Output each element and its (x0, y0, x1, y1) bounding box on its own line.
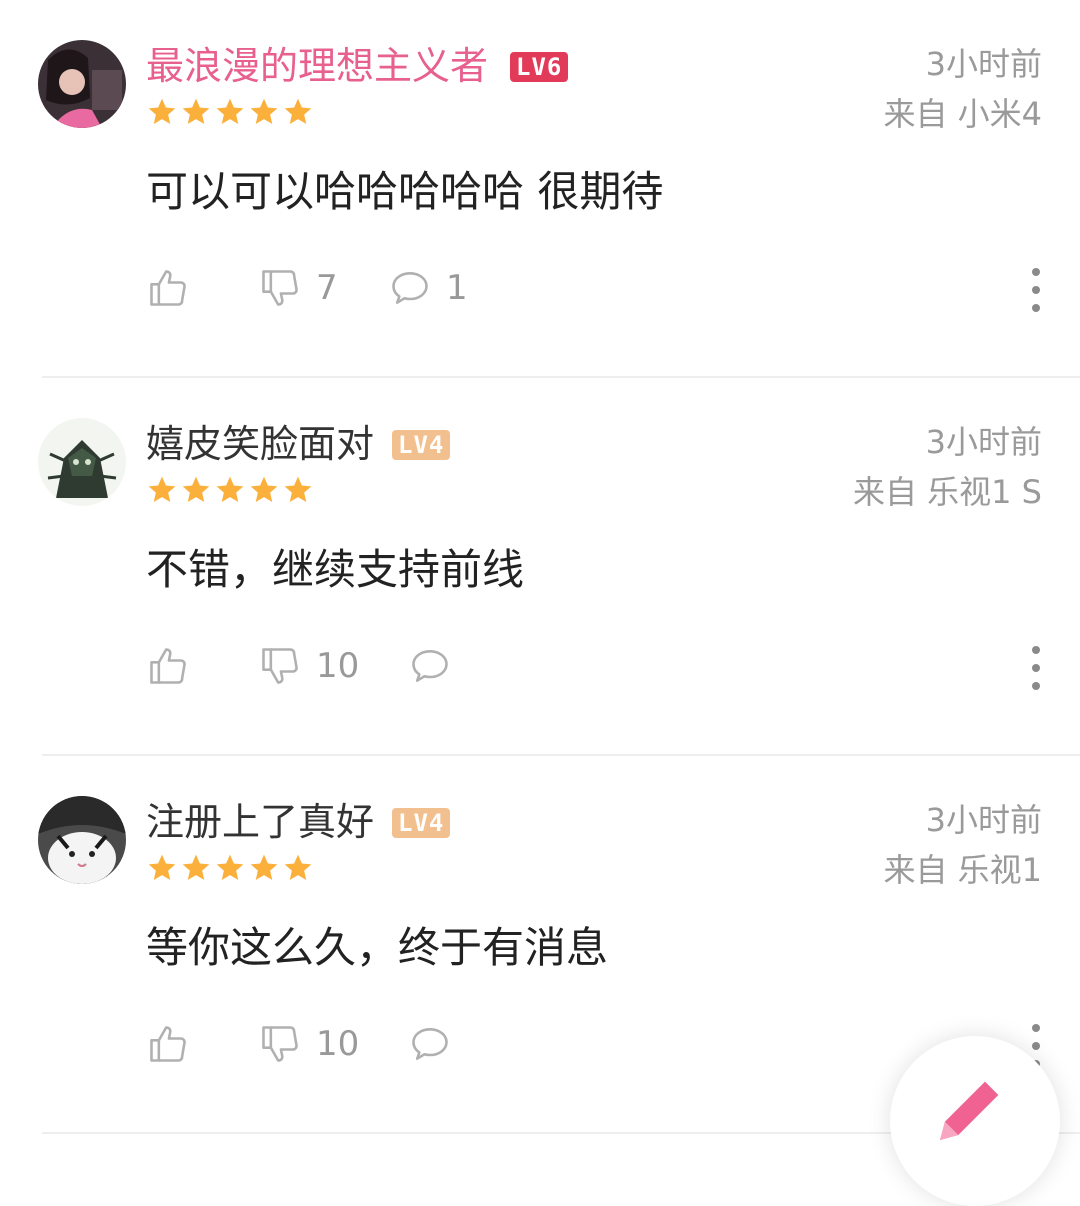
thumbs-down-icon (262, 1026, 298, 1062)
star-icon (216, 854, 244, 880)
star-icon (216, 98, 244, 124)
star-icon (284, 476, 312, 502)
comment-item: 最浪漫的理想主义者 LV6 3小时前 来自 小米4 可以可以哈哈哈哈哈 很期待 … (0, 0, 1080, 378)
comment-text: 不错，继续支持前线 (146, 545, 525, 594)
username[interactable]: 注册上了真好 (146, 798, 374, 846)
reply-button[interactable] (408, 1020, 466, 1068)
star-icon (148, 854, 176, 880)
thumbs-down-icon (262, 270, 298, 306)
dislike-button[interactable]: 7 (258, 264, 338, 312)
comment-text: 可以可以哈哈哈哈哈 很期待 (146, 167, 664, 216)
comment-time: 3小时前 (925, 423, 1042, 461)
avatar[interactable] (38, 40, 126, 128)
compose-button[interactable] (890, 1036, 1060, 1206)
star-icon (216, 476, 244, 502)
rating-stars (146, 474, 314, 506)
dislike-button[interactable]: 10 (258, 642, 359, 690)
username[interactable]: 嬉皮笑脸面对 (146, 420, 374, 468)
star-icon (284, 98, 312, 124)
speech-bubble-icon (412, 1028, 448, 1060)
like-button[interactable] (146, 1020, 190, 1068)
star-icon (250, 854, 278, 880)
star-icon (284, 854, 312, 880)
star-icon (182, 98, 210, 124)
comment-time: 3小时前 (925, 45, 1042, 83)
dislike-button[interactable]: 10 (258, 1020, 359, 1068)
level-badge: LV4 (392, 430, 451, 460)
pencil-icon (940, 1081, 999, 1140)
speech-bubble-icon (392, 272, 428, 304)
more-vertical-icon[interactable] (1026, 266, 1046, 314)
avatar[interactable] (38, 796, 126, 884)
dislike-count: 10 (316, 646, 360, 686)
dislike-count: 7 (316, 268, 338, 308)
comment-time: 3小时前 (925, 801, 1042, 839)
avatar[interactable] (38, 418, 126, 506)
star-icon (182, 854, 210, 880)
star-icon (148, 98, 176, 124)
like-button[interactable] (146, 264, 190, 312)
rating-stars (146, 96, 314, 128)
more-vertical-icon[interactable] (1026, 644, 1046, 692)
star-icon (182, 476, 210, 502)
like-button[interactable] (146, 642, 190, 690)
level-badge: LV6 (510, 52, 569, 82)
comment-device: 来自 小米4 (883, 95, 1042, 133)
dislike-count: 10 (316, 1024, 360, 1064)
comment-device: 来自 乐视1 (883, 851, 1042, 889)
rating-stars (146, 852, 314, 884)
comment-device: 来自 乐视1 S (852, 473, 1042, 511)
comment-item: 嬉皮笑脸面对 LV4 3小时前 来自 乐视1 S 不错，继续支持前线 10 (0, 378, 1080, 756)
comment-text: 等你这么久，终于有消息 (146, 923, 609, 972)
star-icon (250, 98, 278, 124)
star-icon (250, 476, 278, 502)
speech-bubble-icon (412, 650, 448, 682)
reply-button[interactable] (408, 642, 466, 690)
thumbs-up-icon (150, 648, 186, 684)
username[interactable]: 最浪漫的理想主义者 (146, 42, 488, 90)
level-badge: LV4 (392, 808, 451, 838)
reply-button[interactable]: 1 (388, 264, 468, 312)
reply-count: 1 (446, 268, 468, 308)
thumbs-down-icon (262, 648, 298, 684)
thumbs-up-icon (150, 270, 186, 306)
star-icon (148, 476, 176, 502)
thumbs-up-icon (150, 1026, 186, 1062)
